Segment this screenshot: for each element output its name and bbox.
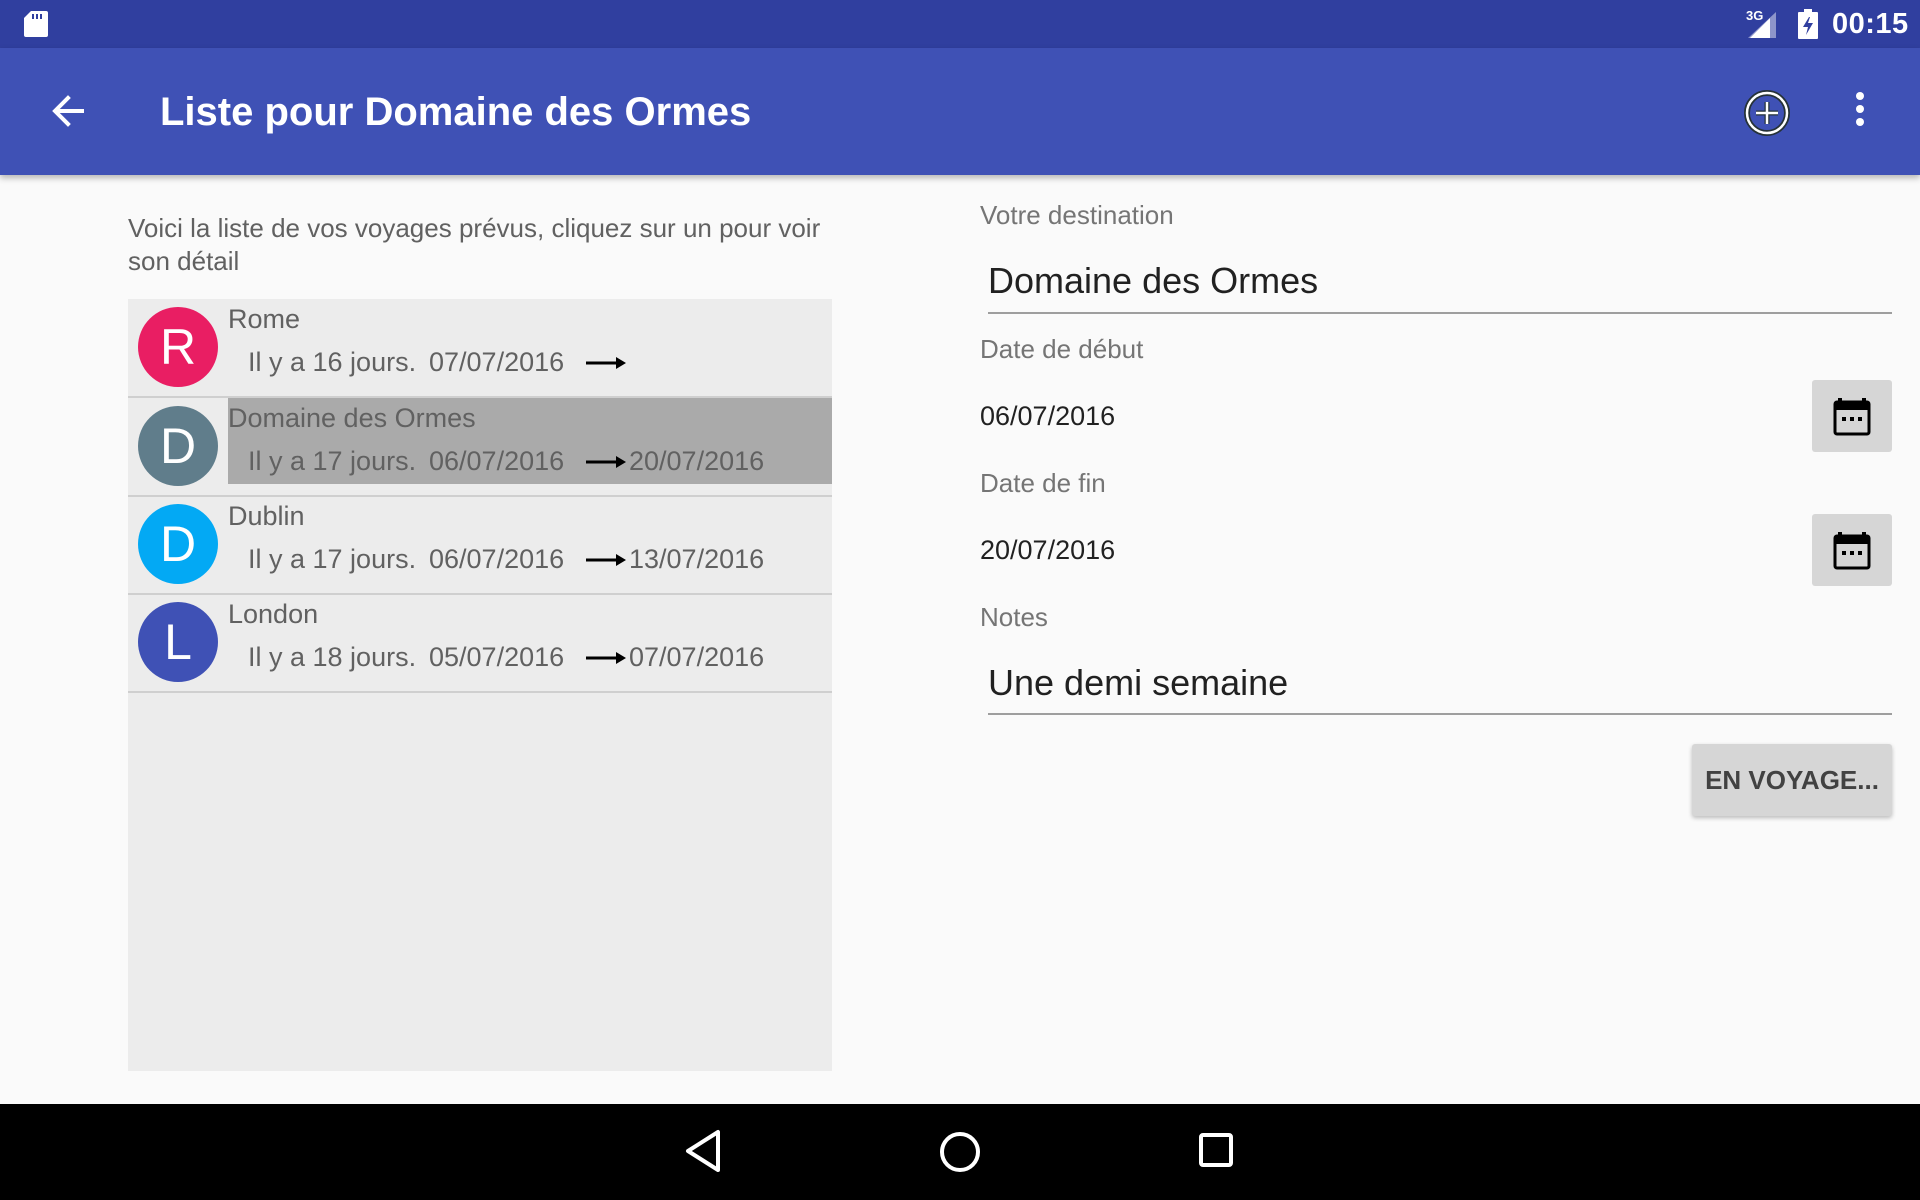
trip-start-date: 06/07/2016 <box>429 544 565 574</box>
navigation-bar <box>0 1104 1920 1200</box>
calendar-icon <box>1833 532 1871 570</box>
trip-name: Dublin <box>228 501 305 531</box>
en-voyage-button[interactable]: EN VOYAGE... <box>1692 744 1892 816</box>
trip-end-date: 20/07/2016 <box>629 446 765 476</box>
add-circle-icon[interactable] <box>1740 86 1794 140</box>
trip-name: London <box>228 599 319 629</box>
end-date-value: 20/07/2016 <box>980 535 1116 565</box>
trip-ago: Il y a 16 jours. <box>248 347 417 377</box>
nav-recents-icon[interactable] <box>1198 1132 1234 1168</box>
trip-start-date: 05/07/2016 <box>429 642 565 672</box>
trip-item-rome[interactable]: R Rome Il y a 16 jours. 07/07/2016 <box>128 299 832 398</box>
signal-3g-icon <box>1748 12 1776 38</box>
intro-text: Voici la liste de vos voyages prévus, cl… <box>128 213 821 276</box>
trip-end-date: 13/07/2016 <box>629 544 765 574</box>
trip-name: Domaine des Ormes <box>228 403 476 433</box>
trip-list: R Rome Il y a 16 jours. 07/07/2016 D Dom… <box>128 299 832 1071</box>
trip-item-domaine-des-ormes[interactable]: D Domaine des Ormes Il y a 17 jours. 06/… <box>128 398 832 497</box>
avatar: D <box>138 406 218 486</box>
arrow-back-icon[interactable] <box>42 86 102 136</box>
trip-start-date: 06/07/2016 <box>429 446 565 476</box>
arrow-right-icon <box>586 554 626 566</box>
trip-item-dublin[interactable]: D Dublin Il y a 17 jours. 06/07/2016 13/… <box>128 496 832 595</box>
trip-ago: Il y a 18 jours. <box>248 642 417 672</box>
status-bar: 3G 00:15 <box>0 0 1920 48</box>
destination-underline <box>988 312 1892 314</box>
end-date-picker-button[interactable] <box>1812 514 1892 586</box>
notes-label: Notes <box>980 602 1048 632</box>
arrow-right-icon <box>586 456 626 468</box>
nav-home-icon[interactable] <box>938 1130 982 1174</box>
start-date-value: 06/07/2016 <box>980 401 1116 431</box>
trip-start-date: 07/07/2016 <box>429 347 565 377</box>
more-vert-icon[interactable] <box>1840 86 1878 140</box>
notes-field[interactable]: Une demi semaine <box>988 662 1288 704</box>
calendar-icon <box>1833 398 1871 436</box>
trip-name: Rome <box>228 304 301 334</box>
page-title: Liste pour Domaine des Ormes <box>160 90 752 134</box>
destination-field[interactable]: Domaine des Ormes <box>988 260 1318 302</box>
arrow-right-icon <box>586 357 626 369</box>
destination-label: Votre destination <box>980 200 1174 230</box>
status-time: 00:15 <box>1832 8 1909 40</box>
start-date-picker-button[interactable] <box>1812 380 1892 452</box>
start-date-label: Date de début <box>980 334 1144 364</box>
trip-item-london[interactable]: L London Il y a 18 jours. 05/07/2016 07/… <box>128 594 832 693</box>
sd-card-icon <box>24 11 48 37</box>
avatar: L <box>138 602 218 682</box>
arrow-right-icon <box>586 652 626 664</box>
nav-back-icon[interactable] <box>684 1128 724 1174</box>
notes-underline <box>988 713 1892 715</box>
trip-ago: Il y a 17 jours. <box>248 544 417 574</box>
avatar: D <box>138 504 218 584</box>
trip-ago: Il y a 17 jours. <box>248 446 417 476</box>
end-date-label: Date de fin <box>980 468 1106 498</box>
trip-end-date: 07/07/2016 <box>629 642 765 672</box>
avatar: R <box>138 307 218 387</box>
battery-charging-icon <box>1798 9 1818 39</box>
app-bar: Liste pour Domaine des Ormes <box>0 48 1920 175</box>
